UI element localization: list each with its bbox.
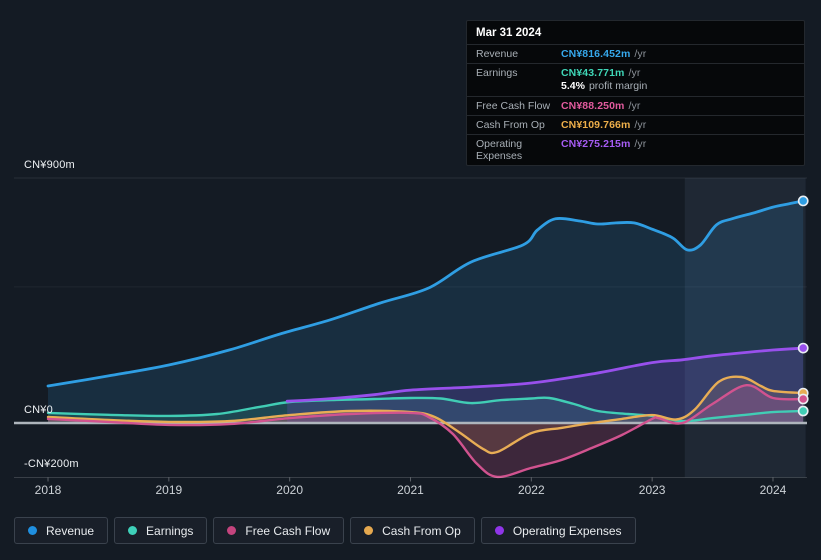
tooltip-value: CN¥816.452m/yr — [561, 48, 647, 60]
tooltip-date: Mar 31 2024 — [467, 21, 804, 45]
x-axis-label: 2020 — [276, 483, 304, 497]
legend-item-revenue[interactable]: Revenue — [14, 517, 109, 544]
operating-expenses-color-dot — [494, 526, 504, 535]
legend-label: Revenue — [46, 523, 95, 538]
tooltip-label: Cash From Op — [476, 119, 545, 131]
x-axis-label: 2022 — [517, 483, 545, 497]
tooltip-profit-margin-row: 5.4% profit margin — [467, 80, 804, 97]
tooltip-label: Earnings — [476, 67, 518, 79]
tooltip-label: Free Cash Flow — [476, 100, 551, 112]
legend-item-free-cash-flow[interactable]: Free Cash Flow — [213, 517, 345, 544]
earnings-end-marker[interactable] — [797, 405, 809, 417]
legend-label: Operating Expenses — [512, 523, 622, 538]
x-axis-label: 2019 — [155, 483, 183, 497]
chart-legend: Revenue Earnings Free Cash Flow Cash From O… — [14, 517, 636, 544]
chart-tooltip: Mar 31 2024 Revenue CN¥816.452m/yr Earning… — [466, 20, 805, 166]
legend-label: Free Cash Flow — [245, 523, 331, 538]
y-axis-label: CN¥0 — [24, 404, 53, 416]
tooltip-row-cash-from-op: Cash From Op CN¥109.766m/yr — [467, 116, 804, 135]
free-cash-flow-color-dot — [227, 526, 237, 535]
y-axis-label: CN¥900m — [24, 159, 75, 171]
legend-item-earnings[interactable]: Earnings — [114, 517, 208, 544]
tooltip-value: CN¥88.250m/yr — [561, 100, 641, 112]
tooltip-value-suffix: /yr — [634, 119, 647, 131]
legend-label: Earnings — [146, 523, 194, 538]
operating-expenses-end-marker[interactable] — [797, 342, 809, 354]
profit-margin-text: profit margin — [588, 80, 648, 92]
tooltip-value: CN¥275.215m/yr — [561, 138, 647, 150]
revenue-end-marker[interactable] — [797, 195, 809, 207]
tooltip-row-operating-expenses: Operating Expenses CN¥275.215m/yr — [467, 135, 804, 165]
revenue-color-dot — [28, 526, 37, 535]
x-axis-label: 2018 — [34, 483, 62, 497]
y-axis-label: -CN¥200m — [24, 458, 79, 471]
tooltip-row-earnings: Earnings CN¥43.771m/yr — [467, 64, 804, 80]
x-axis-label: 2024 — [759, 483, 787, 497]
cash-from-op-color-dot — [364, 526, 374, 535]
x-axis-label: 2023 — [638, 483, 666, 497]
legend-label: Cash From Op — [382, 523, 461, 538]
latest-period-highlight — [684, 178, 806, 478]
tooltip-value: CN¥109.766m/yr — [561, 119, 647, 131]
tooltip-value-suffix: /yr — [628, 100, 641, 112]
x-axis-label: 2021 — [397, 483, 424, 497]
tooltip-value-suffix: /yr — [634, 48, 647, 60]
profit-margin-value: 5.4% — [561, 80, 585, 92]
tooltip-row-free-cash-flow: Free Cash Flow CN¥88.250m/yr — [467, 97, 804, 116]
tooltip-label: Revenue — [476, 48, 519, 60]
tooltip-value: CN¥43.771m/yr — [561, 67, 641, 79]
earnings-color-dot — [128, 526, 138, 535]
free-cash-flow-end-marker[interactable] — [797, 393, 809, 405]
tooltip-label: Operating Expenses — [476, 138, 523, 162]
tooltip-row-revenue: Revenue CN¥816.452m/yr — [467, 45, 804, 64]
legend-item-operating-expenses[interactable]: Operating Expenses — [480, 517, 636, 544]
tooltip-value-suffix: /yr — [628, 67, 641, 79]
legend-item-cash-from-op[interactable]: Cash From Op — [350, 517, 475, 544]
tooltip-value-suffix: /yr — [634, 138, 647, 150]
